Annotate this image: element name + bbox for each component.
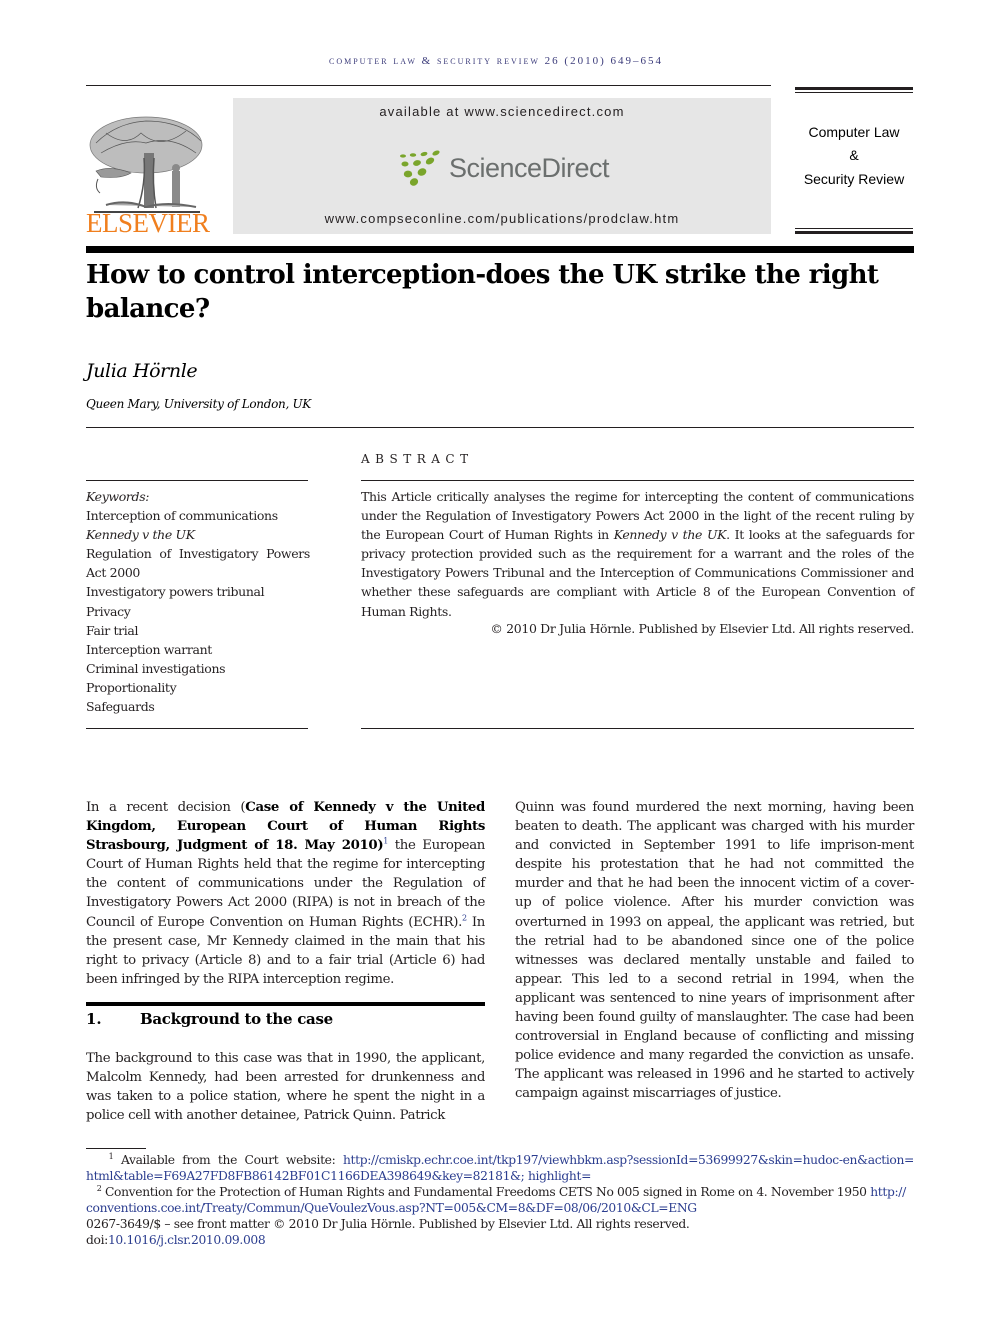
masthead-divider bbox=[86, 246, 914, 253]
keyword-item: Privacy bbox=[86, 603, 131, 619]
keyword-item: Interception of communications bbox=[86, 508, 278, 524]
intro-paragraph: In a recent decision (Case of Kennedy v … bbox=[86, 798, 485, 989]
section-title: Background to the case bbox=[140, 1010, 333, 1028]
right-column-paragraph: Quinn was found murdered the next mornin… bbox=[515, 800, 914, 1102]
running-head: COMPUTER LAW & SECURITY REVIEW 26 (2010)… bbox=[329, 55, 663, 67]
journal-rule bbox=[795, 87, 913, 90]
journal-name-line-3: Security Review bbox=[803, 171, 905, 187]
doi-prefix: doi: bbox=[86, 1233, 108, 1247]
sciencedirect-logo: ScienceDirect bbox=[449, 153, 610, 183]
footnote-link[interactable]: http://cmiskp.echr.coe.int/tkp197/viewhb… bbox=[343, 1153, 914, 1167]
footnotes: 1 Available from the Court website: http… bbox=[86, 1152, 914, 1248]
section-paragraph: The background to this case was that in … bbox=[86, 1051, 485, 1124]
section-number: 1. bbox=[86, 1010, 102, 1028]
journal-url[interactable]: www.compseconline.com/publications/prodc… bbox=[233, 211, 771, 226]
author-affiliation: Queen Mary, University of London, UK bbox=[86, 397, 311, 411]
footnote-link[interactable]: html&table=F69A27FD8FB86142BF01C1166DEA3… bbox=[86, 1168, 914, 1184]
abstract-heading: ABSTRACT bbox=[361, 452, 474, 466]
abstract-copyright: © 2010 Dr Julia Hörnle. Published by Els… bbox=[490, 621, 914, 636]
keywords-heading: Keywords: bbox=[86, 489, 150, 504]
intro-text: In a recent decision ( bbox=[86, 800, 246, 815]
title-line-2: balance? bbox=[86, 294, 210, 324]
elsevier-wordmark: ELSEVIER bbox=[86, 208, 210, 238]
keywords-list: Keywords: Interception of communications… bbox=[86, 487, 310, 716]
footnote-1: 1 Available from the Court website: http… bbox=[86, 1151, 915, 1168]
footnote-link[interactable]: conventions.coe.int/Treaty/Commun/QueVou… bbox=[86, 1200, 914, 1216]
keyword-item: Criminal investigations bbox=[86, 660, 226, 676]
footnote-rule bbox=[86, 1148, 146, 1149]
section-rule bbox=[86, 1002, 485, 1006]
article-title: How to control interception-does the UK … bbox=[86, 258, 914, 326]
author-name: Julia Hörnle bbox=[86, 360, 198, 382]
footnote-2: 2 Convention for the Protection of Human… bbox=[86, 1184, 914, 1200]
journal-rule bbox=[795, 92, 913, 93]
abstract-text: This Article critically analyses the reg… bbox=[361, 487, 914, 621]
keyword-item: Interception warrant bbox=[86, 641, 212, 657]
keyword-item: Investigatory powers tribunal bbox=[86, 584, 265, 600]
title-line-1: How to control interception-does the UK … bbox=[86, 260, 879, 290]
footnote-number: 2 bbox=[96, 1183, 102, 1193]
journal-rule bbox=[795, 231, 913, 234]
available-at-text[interactable]: available at www.sciencedirect.com bbox=[233, 104, 771, 119]
divider bbox=[86, 728, 308, 729]
footnote-text: Available from the Court website: bbox=[120, 1153, 343, 1167]
sciencedirect-dots-icon bbox=[400, 150, 440, 186]
doi-line: doi:10.1016/j.clsr.2010.09.008 bbox=[86, 1232, 914, 1248]
front-matter: 0267-3649/$ – see front matter © 2010 Dr… bbox=[86, 1217, 690, 1231]
keyword-item: Fair trial bbox=[86, 622, 139, 638]
keyword-item: Act 2000 bbox=[86, 565, 141, 581]
keyword-item: Proportionality bbox=[86, 679, 177, 695]
keyword-item: Safeguards bbox=[86, 699, 155, 715]
divider bbox=[361, 480, 914, 481]
footnote-link[interactable]: http:// bbox=[870, 1185, 906, 1199]
journal-rule bbox=[795, 228, 913, 229]
top-rule bbox=[86, 85, 771, 86]
footnote-text: Convention for the Protection of Human R… bbox=[105, 1185, 871, 1199]
footnote-number: 1 bbox=[108, 1151, 114, 1161]
journal-name-line-2: & bbox=[849, 147, 859, 163]
abstract-case-name: Kennedy v the UK bbox=[613, 527, 727, 543]
divider bbox=[86, 427, 914, 428]
journal-name-line-1: Computer Law bbox=[808, 124, 900, 140]
keyword-item: Kennedy v the UK bbox=[86, 527, 195, 543]
doi-link[interactable]: 10.1016/j.clsr.2010.09.008 bbox=[108, 1233, 266, 1247]
divider bbox=[86, 480, 308, 481]
keyword-item: Regulation of Investigatory Powers bbox=[86, 546, 310, 562]
divider bbox=[361, 728, 914, 729]
